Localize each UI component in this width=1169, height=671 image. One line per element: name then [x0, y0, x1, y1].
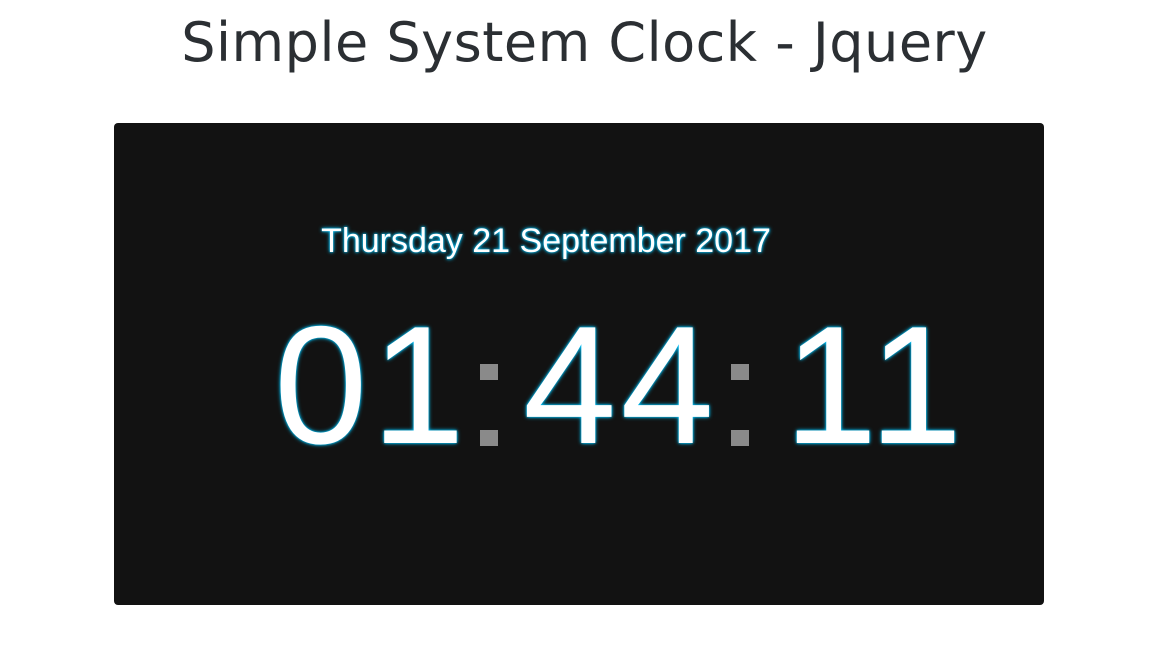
page-title: Simple System Clock - Jquery: [181, 11, 988, 74]
clock-seconds: 11: [784, 291, 967, 479]
clock-date: Thursday 21 September 2017: [321, 222, 771, 260]
clock-minutes: 44: [523, 291, 718, 479]
clock-time: 01 44 11: [114, 291, 1044, 479]
separator-dot: [480, 364, 498, 380]
separator-dot: [731, 364, 749, 380]
separator-dot: [480, 430, 498, 446]
separator-dot: [731, 430, 749, 446]
clock-panel: Thursday 21 September 2017 01 44 11: [114, 123, 1044, 605]
clock-hours: 01: [274, 291, 469, 479]
